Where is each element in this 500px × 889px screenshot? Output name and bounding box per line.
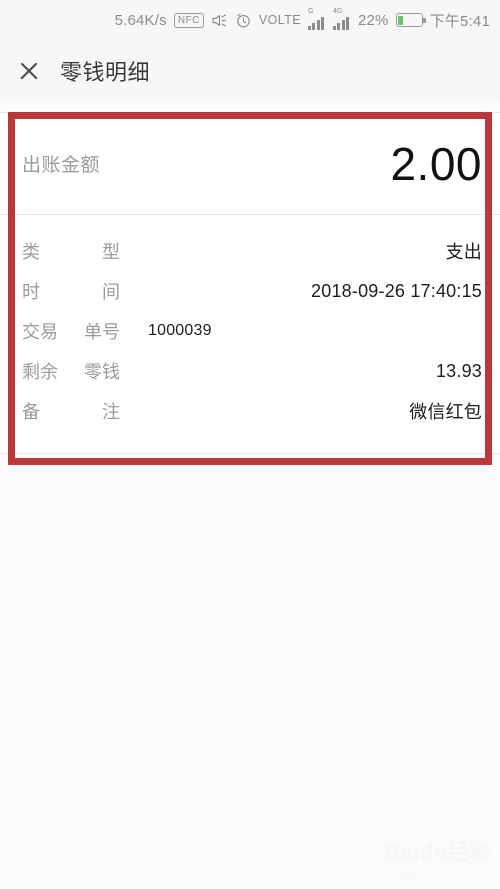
- detail-row-label-part: 间: [102, 282, 120, 302]
- detail-row-value: 微信红包: [409, 402, 482, 422]
- signal-bars-icon-sim2: [332, 15, 351, 30]
- detail-row: 剩余 零钱 13.93: [22, 351, 482, 391]
- watermark-title: Baidu经验: [384, 841, 492, 864]
- volte-icon: VOLTE: [258, 13, 301, 27]
- detail-row-label: 类型: [22, 238, 120, 264]
- detail-row-label: 剩余 零钱: [22, 358, 120, 384]
- detail-row-label-part: 交易: [22, 322, 58, 342]
- detail-row-label-part: 单号: [84, 322, 120, 342]
- detail-row-label-part: 时: [22, 282, 40, 302]
- signal-sim2: 4G: [332, 8, 351, 30]
- detail-row-label: 备注: [22, 398, 120, 424]
- watermark-url: jingyan.baidu.com: [385, 867, 492, 879]
- battery-percent-text: 22%: [357, 11, 389, 29]
- battery-icon: [395, 13, 426, 27]
- alarm-icon: [237, 13, 250, 27]
- detail-row-value: 2018-09-26 17:40:15: [311, 280, 482, 301]
- transaction-detail-card: 出账金额 2.00 类型支出时间 2018-09-26 17:40:15 交易 单号 1…: [0, 112, 500, 454]
- battery-percent: 22%: [358, 12, 389, 29]
- page-title: 零钱明细: [60, 60, 151, 85]
- detail-row-label-part: 注: [102, 402, 120, 422]
- detail-row-value: 支出: [445, 242, 482, 262]
- detail-row: 备注微信红包: [22, 391, 482, 431]
- detail-row-label: 交易 单号: [22, 318, 120, 344]
- detail-row-value: 13.93: [435, 360, 482, 381]
- detail-row-label-part: 类: [22, 242, 40, 262]
- sim2-generation-label: 4G: [332, 8, 343, 15]
- alarm-indicator: [235, 12, 252, 29]
- signal-bars-icon-sim1: [307, 15, 326, 30]
- clock: 下午5:41: [430, 10, 490, 31]
- detail-row-value: 1000039: [148, 322, 212, 339]
- mute-indicator: [211, 12, 228, 29]
- mute-icon: [212, 13, 227, 27]
- amount-value: 2.00: [390, 137, 482, 190]
- title-bar: 零钱明细: [0, 40, 500, 102]
- detail-row: 类型支出: [22, 231, 482, 271]
- volte-indicator: VOLTE: [259, 13, 301, 27]
- watermark: Baidu经验 jingyan.baidu.com: [385, 836, 492, 879]
- detail-row-label-part: 型: [102, 242, 120, 262]
- detail-row: 时间 2018-09-26 17:40:15: [22, 271, 482, 311]
- detail-row: 交易 单号 1000039: [22, 311, 482, 351]
- network-speed: 5.64K/s: [115, 12, 167, 29]
- detail-row-label-part: 剩余: [22, 362, 58, 382]
- detail-row-label: 时间: [22, 278, 120, 304]
- battery-indicator: [395, 13, 426, 27]
- network-speed-text: 5.64K/s: [114, 11, 167, 29]
- battery-fill: [398, 15, 403, 25]
- close-icon[interactable]: [16, 58, 42, 84]
- detail-row-label-part: 零钱: [84, 362, 120, 382]
- amount-label: 出账金额: [22, 155, 101, 176]
- nfc-indicator: NFC: [173, 12, 204, 28]
- amount-row: 出账金额 2.00: [0, 113, 500, 215]
- detail-row-label-part: 备: [22, 402, 40, 422]
- clock-text: 下午5:41: [429, 12, 490, 30]
- nfc-icon: NFC: [173, 12, 204, 28]
- status-bar: 5.64K/s NFC VOLTE G 4G 22% 下午5:41: [0, 0, 500, 40]
- sim1-generation-label: G: [307, 8, 314, 15]
- phone-screen: 5.64K/s NFC VOLTE G 4G 22% 下午5:41 零钱明细 出…: [0, 0, 500, 889]
- signal-sim1: G: [307, 8, 326, 30]
- detail-rows: 类型支出时间 2018-09-26 17:40:15 交易 单号 1000039 剩余 零钱…: [0, 215, 500, 453]
